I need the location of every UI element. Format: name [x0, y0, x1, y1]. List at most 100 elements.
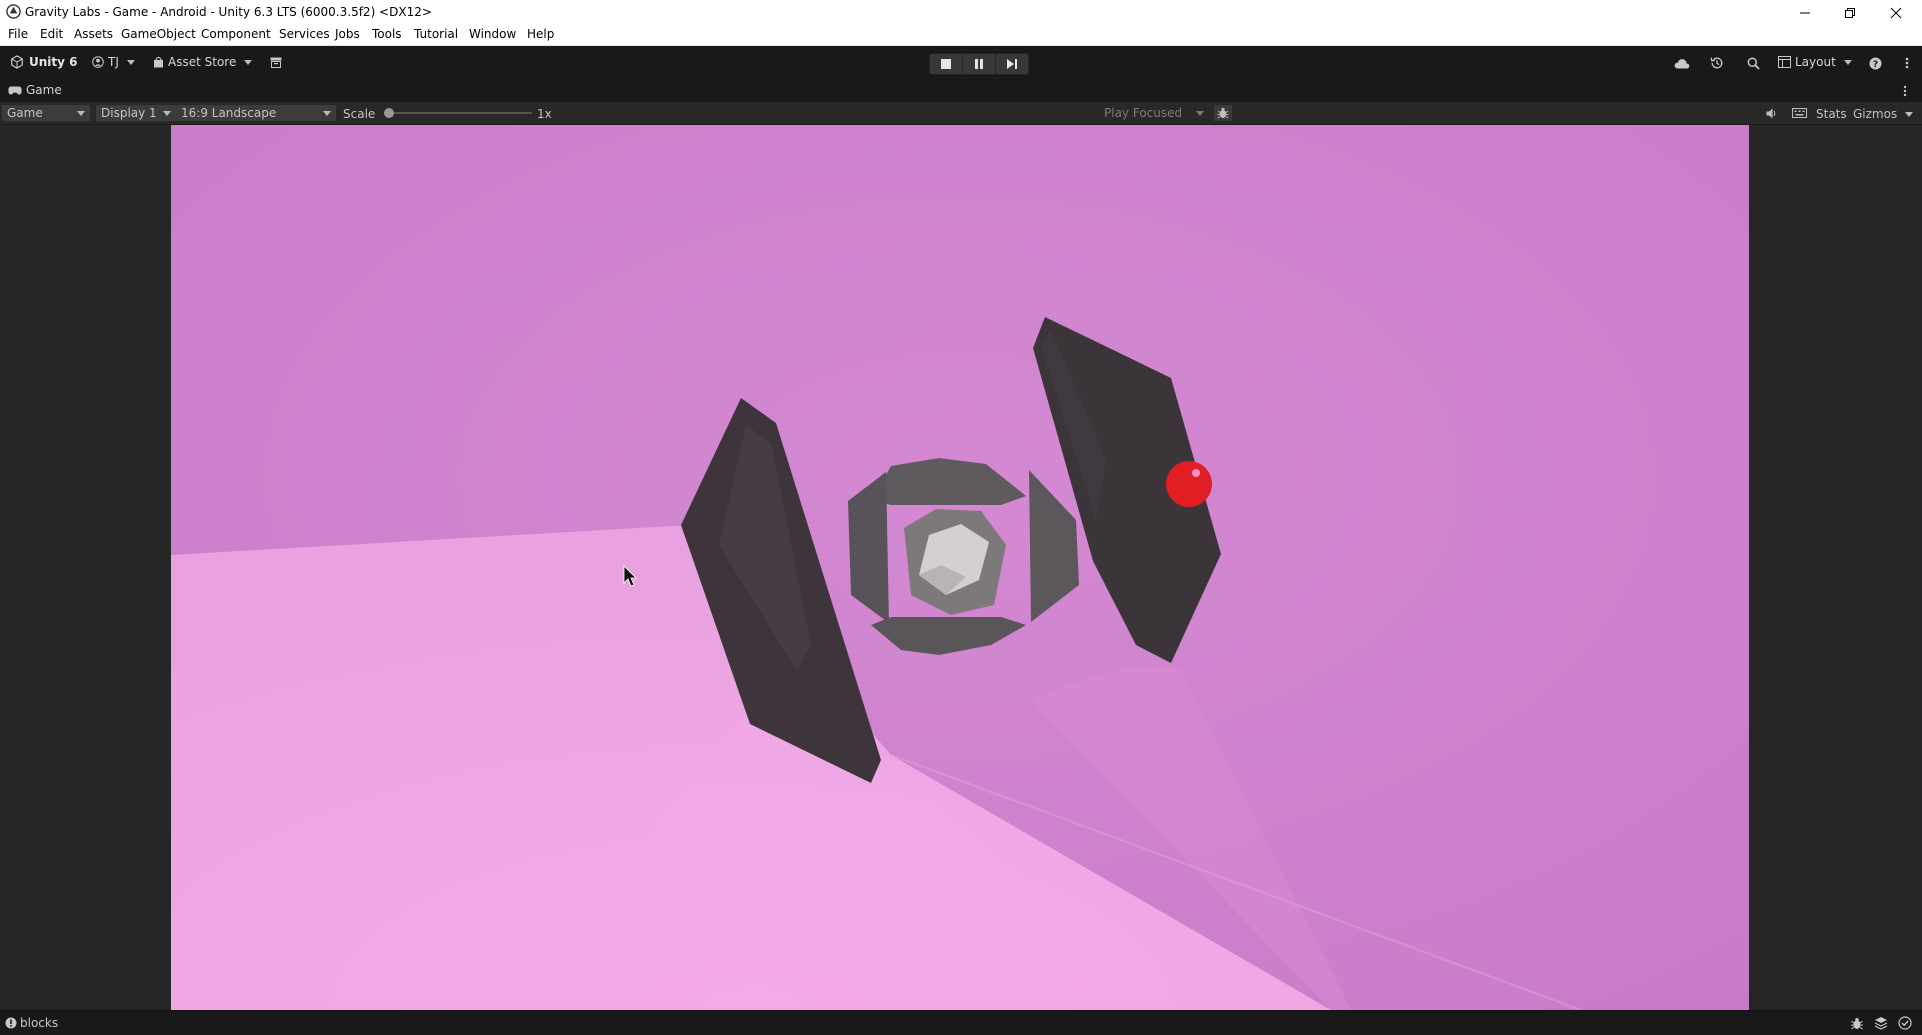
search-icon [1747, 57, 1760, 70]
window-title: Gravity Labs - Game - Android - Unity 6.… [25, 5, 432, 19]
debug-status-icon[interactable] [1850, 1017, 1864, 1030]
speaker-icon [1766, 108, 1776, 118]
unity-cube-icon [11, 55, 23, 69]
panel-tab-row: Game [0, 80, 1922, 102]
stop-icon [941, 59, 951, 69]
layout-dropdown[interactable]: Layout [1778, 55, 1852, 69]
menu-file[interactable]: File [8, 27, 28, 41]
menu-component[interactable]: Component [201, 27, 271, 41]
step-button[interactable] [995, 53, 1029, 75]
user-icon [92, 56, 104, 68]
toolbar-more-button[interactable] [1897, 53, 1917, 73]
display-value: Display 1 [101, 106, 157, 120]
chevron-down-icon [1843, 59, 1852, 65]
unity-version-label: Unity 6 [29, 55, 78, 69]
play-focus-dropdown[interactable]: Play Focused [1104, 105, 1206, 121]
minimize-icon [1799, 12, 1810, 13]
menu-help[interactable]: Help [527, 27, 554, 41]
scale-slider-track [384, 112, 532, 114]
restore-icon [1844, 7, 1855, 18]
chevron-down-icon [244, 59, 253, 65]
stats-button[interactable]: Stats [1816, 107, 1847, 121]
window-title-bar: Gravity Labs - Game - Android - Unity 6.… [0, 0, 1922, 25]
red-ball-highlight [1192, 469, 1200, 477]
check-status-icon[interactable] [1898, 1016, 1912, 1030]
menu-services[interactable]: Services [279, 27, 330, 41]
close-button[interactable] [1873, 0, 1918, 25]
layout-label: Layout [1795, 55, 1836, 69]
restore-button[interactable] [1827, 0, 1872, 25]
main-toolbar: Unity 6 TJ Asset Store Layout ? [0, 46, 1922, 79]
scale-value: 1x [537, 107, 552, 121]
chevron-down-icon [323, 111, 331, 116]
scale-slider[interactable] [384, 107, 532, 119]
kebab-menu-icon [1905, 57, 1909, 69]
play-button[interactable] [929, 53, 963, 75]
scale-slider-thumb[interactable] [384, 108, 394, 118]
close-icon [1890, 7, 1901, 18]
chevron-down-icon [1905, 111, 1914, 117]
package-button[interactable] [268, 54, 284, 70]
package-icon [270, 57, 282, 68]
layers-status-icon[interactable] [1874, 1016, 1888, 1030]
menu-jobs[interactable]: Jobs [335, 27, 360, 41]
menu-gameobject[interactable]: GameObject [121, 27, 196, 41]
pause-button[interactable] [962, 53, 996, 75]
chevron-down-icon [77, 111, 85, 116]
panel-menu-button[interactable] [1903, 85, 1907, 100]
svg-text:?: ? [1872, 60, 1877, 70]
aspect-dropdown[interactable]: 16:9 Landscape [176, 105, 336, 121]
search-button[interactable] [1743, 53, 1763, 73]
menu-edit[interactable]: Edit [40, 27, 63, 41]
status-message[interactable]: blocks [20, 1016, 58, 1030]
history-icon [1710, 57, 1723, 69]
red-ball [1166, 461, 1212, 507]
game-scene [171, 125, 1749, 1010]
chevron-down-icon [1196, 111, 1204, 116]
menu-bar: File Edit Assets GameObject Component Se… [0, 25, 1922, 46]
view-mode-value: Game [7, 106, 43, 120]
account-label: TJ [108, 55, 119, 69]
asset-store-dropdown[interactable]: Asset Store [153, 55, 253, 69]
gizmos-dropdown[interactable]: Gizmos [1853, 107, 1914, 121]
kebab-menu-icon [1903, 85, 1907, 97]
unity-logo-icon [6, 4, 21, 19]
cloud-button[interactable] [1672, 53, 1692, 73]
step-forward-icon [1007, 59, 1017, 69]
chevron-down-icon [163, 111, 171, 116]
debug-toggle[interactable] [1214, 105, 1232, 121]
history-button[interactable] [1707, 53, 1727, 73]
scale-label: Scale [343, 107, 376, 121]
layout-icon [1778, 56, 1791, 68]
tab-game[interactable]: Game [8, 83, 62, 97]
minimize-button[interactable] [1782, 0, 1827, 25]
help-button[interactable]: ? [1865, 53, 1885, 73]
menu-window[interactable]: Window [469, 27, 516, 41]
shopping-bag-icon [154, 56, 163, 68]
account-dropdown[interactable]: TJ [92, 55, 135, 69]
bug-icon [1217, 107, 1229, 119]
cloud-icon [1674, 58, 1690, 68]
shortcuts-toggle[interactable] [1788, 105, 1810, 121]
pause-icon [975, 59, 983, 69]
chevron-down-icon [126, 59, 135, 65]
game-view-controls: Game Display 1 16:9 Landscape Scale 1x P… [0, 102, 1922, 125]
status-bar: blocks [0, 1010, 1922, 1035]
play-focus-value: Play Focused [1104, 106, 1183, 120]
gizmos-label: Gizmos [1853, 107, 1898, 121]
tab-label: Game [26, 83, 62, 97]
menu-tools[interactable]: Tools [372, 27, 402, 41]
keyboard-icon [1791, 108, 1807, 118]
menu-tutorial[interactable]: Tutorial [414, 27, 458, 41]
view-mode-dropdown[interactable]: Game [2, 105, 90, 121]
aspect-value: 16:9 Landscape [181, 106, 277, 120]
gamepad-icon [8, 86, 22, 94]
help-icon: ? [1869, 57, 1881, 70]
asset-store-label: Asset Store [168, 55, 237, 69]
info-icon [5, 1017, 17, 1029]
display-dropdown[interactable]: Display 1 [96, 105, 176, 121]
menu-assets[interactable]: Assets [74, 27, 113, 41]
game-viewport[interactable] [171, 125, 1749, 1010]
audio-mute-button[interactable] [1762, 105, 1782, 121]
unity-version-button[interactable]: Unity 6 [10, 55, 78, 69]
